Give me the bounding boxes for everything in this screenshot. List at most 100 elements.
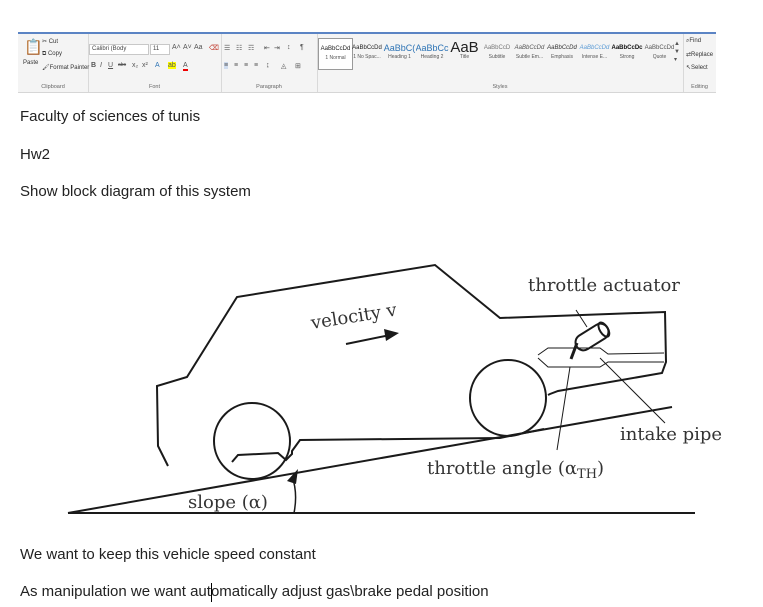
style-name: Heading 1 (388, 54, 411, 60)
editing-group-label: Editing (691, 84, 708, 90)
align-right-icon[interactable]: ≡ (244, 62, 248, 69)
select-label: Select (691, 65, 708, 71)
styles-group-label: Styles (492, 84, 508, 90)
cut-label: Cut (48, 39, 59, 45)
font-group-label: Font (148, 84, 160, 90)
doc-line-objective: We want to keep this vehicle speed const… (20, 546, 316, 563)
slope-label: slope (α) (188, 492, 268, 513)
style-name: 1 No Spac... (353, 54, 381, 60)
pilcrow-icon[interactable]: ¶ (300, 44, 304, 51)
justify-icon[interactable]: ≡ (254, 62, 258, 69)
throttle-angle-text: throttle angle (α (427, 458, 577, 479)
style-sample: AaBbCcDd (320, 46, 351, 52)
paragraph-group: ☰ ☷ ☶ ⇤ ⇥ ↕ ¶ ≡ ≡ ≡ ≡ ↨ ◬ ⊞ Paragraph (221, 34, 318, 92)
align-center-icon[interactable]: ≡ (234, 62, 238, 69)
numbering-icon[interactable]: ☷ (236, 44, 242, 52)
front-left-wheel (213, 402, 291, 480)
rear-right-wheel (469, 359, 547, 437)
style-sample: AaBbCcDd (547, 45, 577, 51)
highlight-icon[interactable]: ab (168, 62, 176, 69)
cut-button[interactable]: ✂ Cut (42, 38, 58, 45)
find-button[interactable]: ⌕Find (686, 38, 701, 45)
clipboard-group: 📋 Paste ✂ Cut ⧉ Copy 🖌Format Painter Cli… (18, 34, 89, 92)
shading-icon[interactable]: ◬ (281, 62, 286, 70)
styles-group: AaBbCcDd 1 Normal AaBbCcDd 1 No Spac... AaBb… (317, 34, 684, 92)
style-sample: AaBbCcDd (514, 45, 545, 51)
text-effects-icon[interactable]: A (155, 62, 160, 69)
font-color-icon[interactable]: A (183, 62, 188, 71)
style-item[interactable]: AaBbCcDd Quote (643, 38, 676, 68)
doc-line-hw: Hw2 (20, 146, 51, 163)
velocity-arrow (345, 334, 391, 345)
style-item[interactable]: AaBbCcDd Emphasis (546, 38, 579, 68)
style-name: Quote (652, 54, 667, 60)
throttle-actuator-label: throttle actuator (528, 275, 680, 296)
strikethrough-icon[interactable]: abc (118, 62, 126, 68)
style-name: Heading 2 (420, 54, 444, 60)
style-sample: AaB (450, 39, 479, 54)
paste-icon[interactable]: 📋 (24, 38, 43, 56)
styles-scroll-icon[interactable]: ▲ ▼ ▾ (674, 40, 680, 64)
actuator-leader (575, 309, 588, 328)
align-left-icon[interactable]: ≡ (224, 62, 229, 69)
borders-icon[interactable]: ⊞ (295, 62, 301, 70)
paste-button[interactable]: Paste (23, 60, 38, 66)
decrease-indent-icon[interactable]: ⇤ (264, 44, 270, 52)
font-name-select[interactable]: Calibri (Body (89, 44, 149, 55)
intake-pipe-label: intake pipe (620, 424, 722, 445)
style-sample: AaBbCcDd (352, 45, 382, 51)
copy-button[interactable]: ⧉ Copy (42, 51, 62, 58)
style-sample: AaBbC( (383, 43, 416, 53)
superscript-icon[interactable]: x² (142, 62, 148, 69)
brush-icon: 🖌 (42, 65, 50, 71)
throttle-angle-label: throttle angle (αTH) (427, 458, 604, 482)
italic-icon[interactable]: I (100, 62, 102, 69)
replace-label: Replace (691, 52, 714, 58)
format-painter-button[interactable]: 🖌Format Painter (42, 64, 89, 71)
velocity-label: velocity v (309, 300, 400, 335)
style-item[interactable]: AaBbCcDd Intense E... (578, 38, 611, 68)
shrink-font-icon[interactable]: A˅ (183, 44, 192, 51)
bold-icon[interactable]: B (91, 62, 96, 69)
throttle-plate (569, 342, 579, 360)
style-item[interactable]: AaBbCcDc Strong (611, 38, 644, 68)
intake-pipe-outline (537, 347, 665, 368)
vehicle-figure: velocity v throttle actuator intake pipe… (67, 263, 722, 514)
style-item[interactable]: AaBbCcDd 1 Normal (318, 38, 353, 70)
style-item[interactable]: AaBbCcEHeading 2 (416, 38, 449, 68)
multilevel-list-icon[interactable]: ☶ (248, 44, 254, 52)
underline-icon[interactable]: U (108, 62, 113, 69)
text-cursor (211, 583, 212, 602)
subscript-icon[interactable]: x₂ (132, 62, 138, 69)
editing-group: ⌕Find ⇄Replace ↖Select Editing (683, 34, 716, 92)
style-item[interactable]: AaB Title (448, 38, 481, 68)
change-case-icon[interactable]: Aa (194, 44, 203, 51)
bullets-icon[interactable]: ☰ (224, 44, 230, 52)
style-item[interactable]: AaBbCcD Subtitle (481, 38, 514, 68)
style-name: Subtle Em... (515, 54, 544, 60)
throttle-angle-leader (556, 366, 571, 451)
style-item[interactable]: AaBbCcDd 1 No Spac... (351, 38, 384, 68)
replace-button[interactable]: ⇄Replace (686, 51, 713, 58)
style-name: Emphasis (551, 54, 573, 60)
increase-indent-icon[interactable]: ⇥ (274, 44, 280, 52)
clipboard-group-label: Clipboard (41, 84, 65, 90)
throttle-angle-close: ) (597, 458, 604, 479)
grow-font-icon[interactable]: A˄ (172, 44, 181, 51)
slope-angle-arrowhead (287, 469, 298, 484)
style-sample: AaBbCcD (483, 45, 511, 51)
style-item[interactable]: AaBbCcDd Subtle Em... (513, 38, 546, 68)
sort-icon[interactable]: ↕ (287, 44, 291, 51)
style-name: 1 Normal (325, 55, 346, 61)
paragraph-group-label: Paragraph (256, 84, 282, 90)
font-size-select[interactable]: 11 (150, 44, 170, 55)
select-button[interactable]: ↖Select (686, 64, 708, 71)
style-item[interactable]: AaBbC(Heading 1 (383, 38, 416, 68)
clear-formatting-icon[interactable]: ⌫ (209, 44, 219, 52)
line-spacing-icon[interactable]: ↨ (266, 62, 270, 69)
ribbon: 📋 Paste ✂ Cut ⧉ Copy 🖌Format Painter Cli… (18, 32, 716, 93)
format-painter-label: Format Painter (49, 65, 90, 71)
doc-line-institution: Faculty of sciences of tunis (20, 108, 201, 125)
style-sample: AaBbCcE (415, 43, 449, 53)
style-name: Subtitle (488, 54, 506, 60)
